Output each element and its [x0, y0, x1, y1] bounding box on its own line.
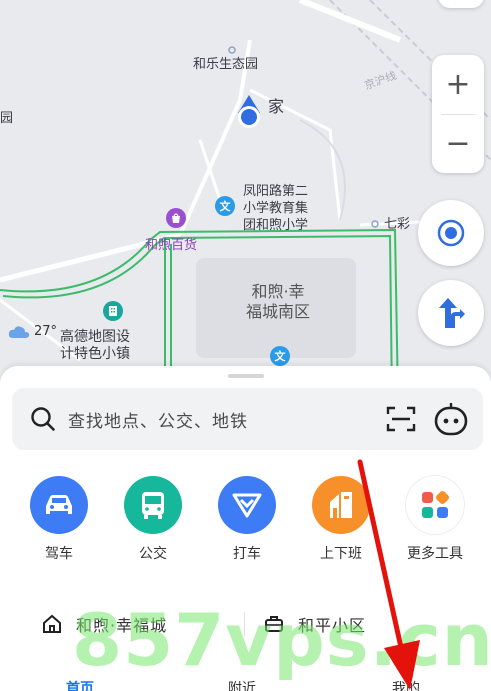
map-label-store[interactable]: 和煦百货 — [145, 238, 197, 254]
watermark: 857vps.cn — [72, 598, 491, 682]
search-bar[interactable]: 查找地点、公交、地铁 — [12, 388, 483, 450]
quick-action-bus[interactable]: 公交 — [108, 476, 198, 563]
school-poi-icon[interactable]: 文 — [215, 196, 235, 216]
sheet-drag-handle[interactable] — [228, 374, 264, 378]
search-input[interactable]: 查找地点、公交、地铁 — [68, 407, 371, 432]
quick-actions: 驾车 公交 打车 上下班 更多工具 — [0, 476, 491, 566]
quick-action-drive[interactable]: 驾车 — [14, 476, 104, 563]
zoom-out-button[interactable]: − — [432, 115, 484, 173]
cloud-icon — [8, 325, 30, 338]
quick-action-taxi[interactable]: 打车 — [202, 476, 292, 563]
map-label-edge: 园 — [0, 111, 14, 126]
weather-widget[interactable]: 27° — [8, 324, 57, 339]
scan-button[interactable] — [381, 399, 421, 439]
school-poi-icon-2[interactable]: 文 — [270, 346, 290, 366]
quick-action-label: 打车 — [233, 546, 261, 562]
direction-arrow-icon — [439, 298, 465, 328]
map-label-town[interactable]: 高德地图设 计特色小镇 — [60, 329, 130, 363]
direction-button[interactable] — [418, 280, 484, 346]
locate-button[interactable] — [418, 200, 484, 266]
quick-action-label: 更多工具 — [407, 546, 463, 562]
bus-icon — [124, 476, 182, 534]
map-view[interactable]: 和乐生态园 园 京沪线 家 文 凤阳路第二 小学教育集 团和煦小学 和煦百货 七… — [0, 0, 491, 400]
top-control-button[interactable] — [438, 0, 484, 8]
quick-action-commute[interactable]: 上下班 — [296, 476, 386, 563]
assistant-robot-icon — [434, 403, 468, 436]
zoom-control: + − — [432, 55, 484, 173]
locate-icon — [437, 219, 465, 247]
quick-action-label: 驾车 — [45, 546, 73, 562]
building-poi-icon[interactable] — [103, 301, 123, 321]
quick-action-label: 上下班 — [320, 546, 362, 562]
map-label-park[interactable]: 和乐生态园 — [193, 57, 258, 73]
quick-action-label: 公交 — [139, 546, 167, 562]
map-label-district[interactable]: 和煦·幸 福城南区 — [246, 282, 310, 322]
car-icon — [30, 476, 88, 534]
grid-icon — [406, 476, 464, 534]
search-icon — [31, 407, 55, 431]
scan-icon — [386, 406, 416, 432]
quick-action-more-tools[interactable]: 更多工具 — [390, 476, 480, 563]
shopping-poi-icon[interactable] — [166, 208, 186, 228]
current-location-icon[interactable] — [234, 95, 264, 133]
assistant-button[interactable] — [431, 399, 471, 439]
home-icon — [43, 614, 61, 633]
weather-temp: 27° — [34, 324, 58, 339]
commute-icon — [312, 476, 370, 534]
map-label-qicai[interactable]: 七彩 — [384, 217, 410, 233]
map-label-school[interactable]: 凤阳路第二 小学教育集 团和煦小学 — [243, 183, 308, 234]
taxi-icon — [218, 476, 276, 534]
zoom-in-button[interactable]: + — [432, 56, 484, 114]
map-label-home[interactable]: 家 — [268, 99, 284, 115]
